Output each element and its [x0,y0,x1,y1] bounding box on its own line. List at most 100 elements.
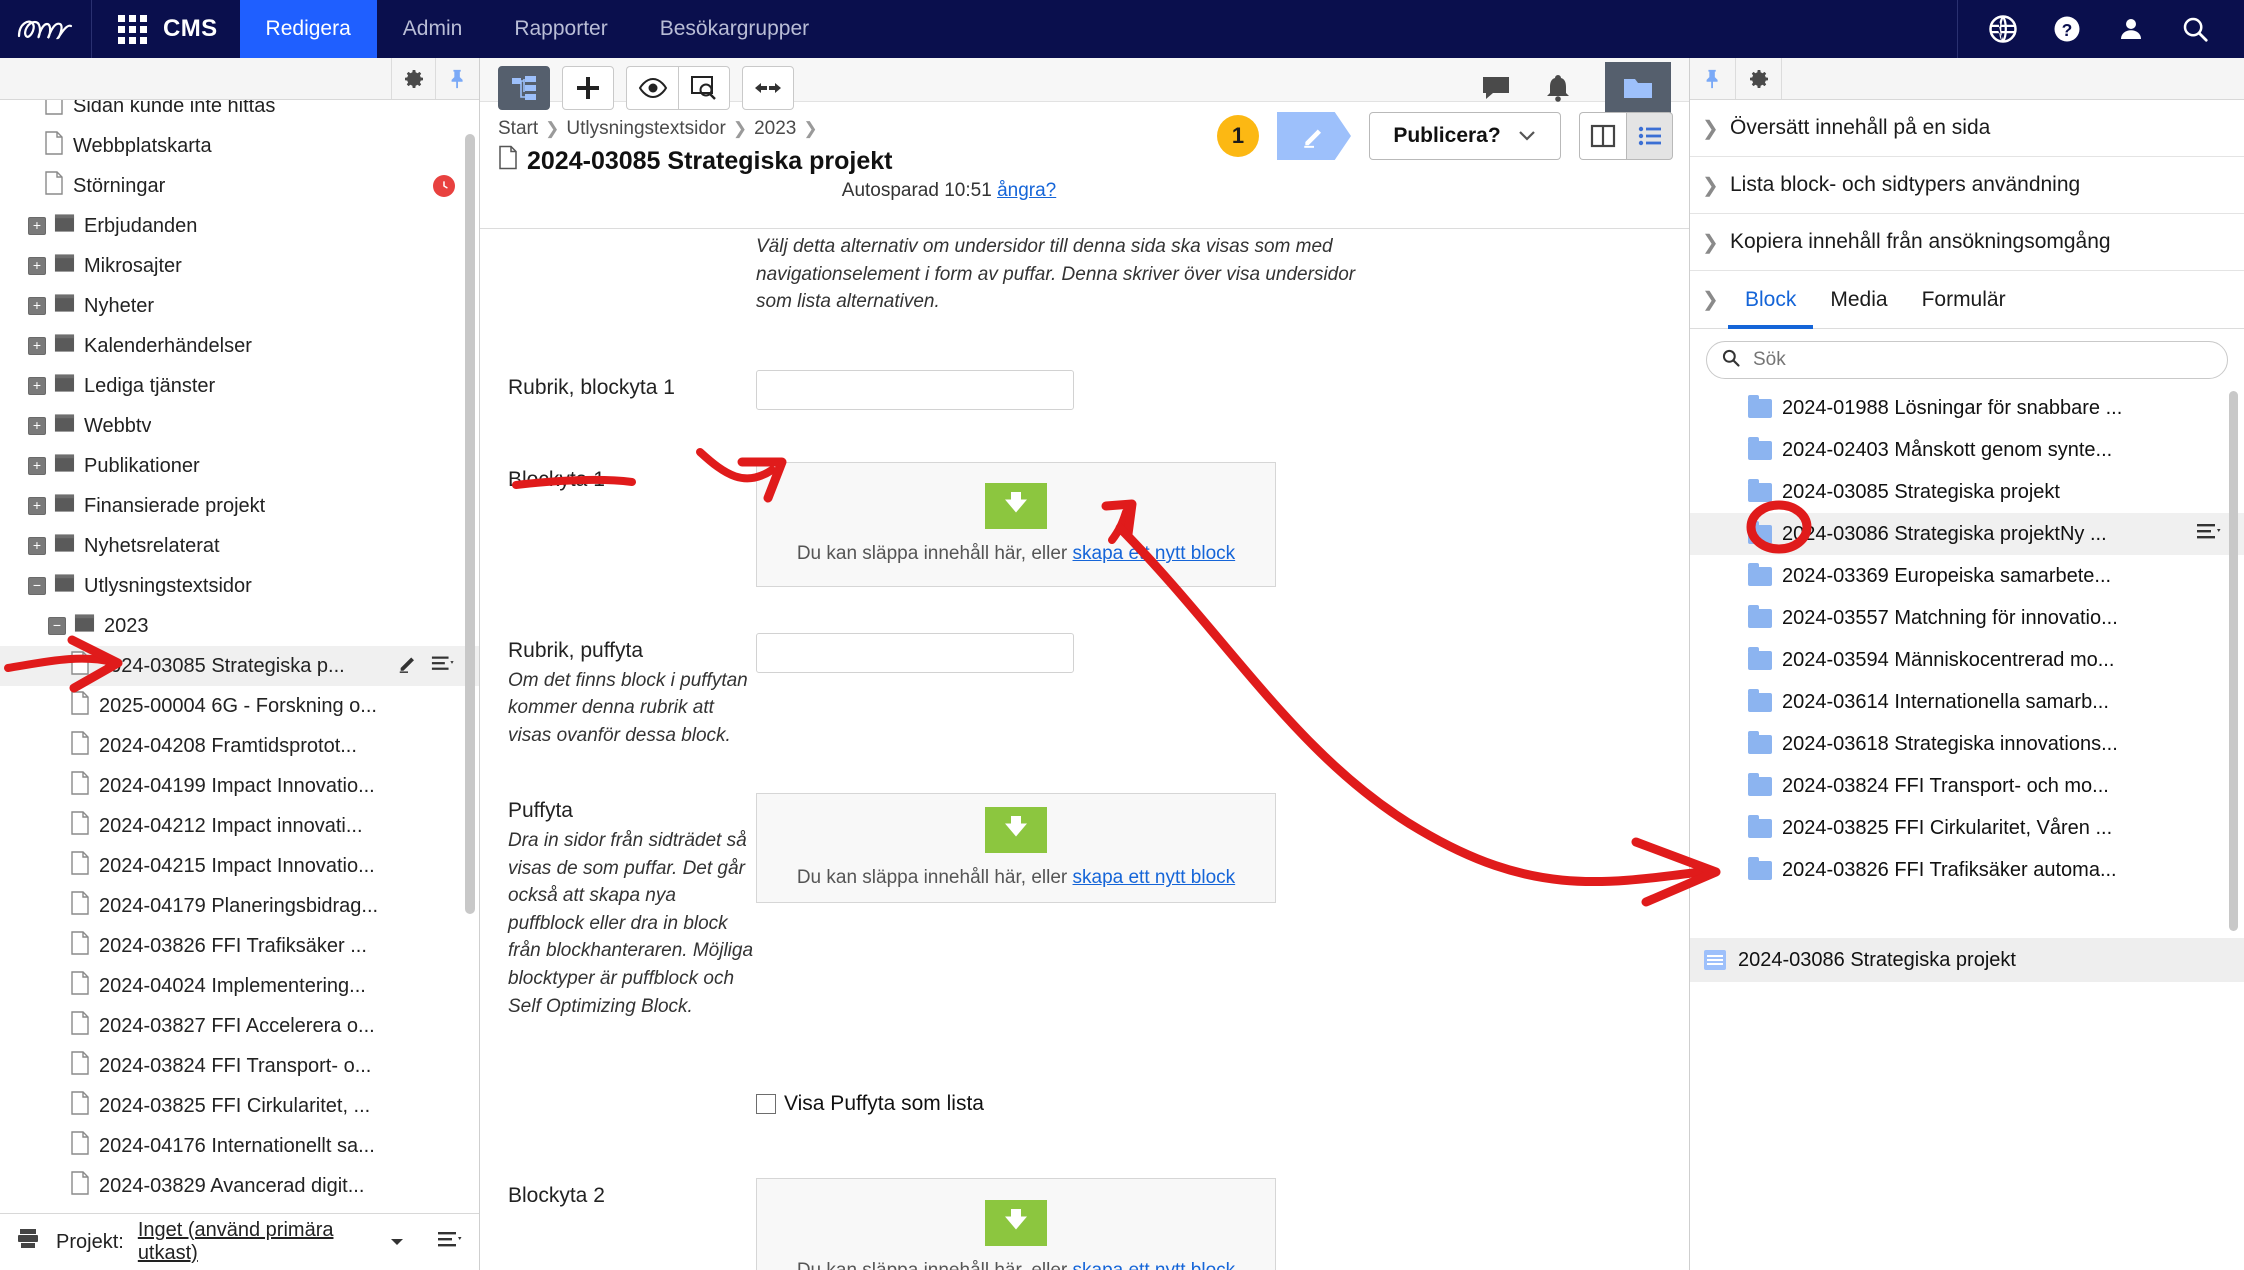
expand-toggle[interactable]: + [28,537,46,555]
block-list-item[interactable]: 2024-03618 Strategiska innovations... [1690,723,2244,765]
chevron-down-icon[interactable] [389,1231,405,1254]
list-view-button[interactable] [1626,112,1673,160]
block-list-scroll-area[interactable]: 2024-01988 Lösningar för snabbare ... 20… [1690,387,2244,987]
checkbox-box[interactable] [756,1094,776,1114]
accordion-oversatt-innehall[interactable]: ❯ Översätt innehåll på en sida [1690,100,2244,157]
search-icon[interactable] [2180,14,2210,44]
help-icon[interactable]: ? [2052,14,2082,44]
breadcrumb-item-utlysningstextsidor[interactable]: Utlysningstextsidor [566,118,725,140]
tree-row[interactable]: + Mikrosajter [0,246,479,286]
accordion-kopiera-innehall[interactable]: ❯ Kopiera innehåll från ansökningsomgång [1690,214,2244,271]
tree-row[interactable]: 2024-04179 Planeringsbidrag... [0,886,479,926]
tree-row[interactable]: 2024-04199 Impact Innovatio... [0,766,479,806]
block-list-item[interactable]: 2024-03369 Europeiska samarbete... [1690,555,2244,597]
block-list-item[interactable]: 2024-03614 Internationella samarb... [1690,681,2244,723]
settings-button[interactable] [1736,58,1782,99]
edit-status-chevron[interactable] [1277,112,1351,160]
block-list-item[interactable]: 2024-03594 Människocentrerad mo... [1690,639,2244,681]
globe-icon[interactable] [1988,14,2018,44]
rubrik-puffyta-input[interactable] [756,633,1074,673]
tree-row[interactable]: 2024-04212 Impact innovati... [0,806,479,846]
context-menu-icon[interactable] [431,652,455,680]
breadcrumb-item-2023[interactable]: 2023 [754,118,796,140]
context-menu-icon[interactable] [2196,520,2222,548]
chevron-down-icon[interactable]: ❯ [1702,287,1716,312]
accordion-lista-block-sidtyper[interactable]: ❯ Lista block- och sidtypers användning [1690,157,2244,214]
tree-row[interactable]: 2024-04208 Framtidsprotot... [0,726,479,766]
collapse-toggle[interactable]: − [28,577,46,595]
publish-button[interactable]: Publicera? [1369,112,1561,160]
create-new-block-link[interactable]: skapa ett nytt block [1073,1260,1236,1270]
comment-icon[interactable] [1481,75,1511,101]
create-new-block-link[interactable]: skapa ett nytt block [1073,543,1236,564]
expand-toggle[interactable]: + [28,377,46,395]
nav-item-admin[interactable]: Admin [377,0,489,58]
tree-row[interactable]: 2024-04024 Implementering... [0,966,479,1006]
edit-icon[interactable] [397,652,419,680]
tree-row[interactable]: 2024-04176 Internationellt sa... [0,1126,479,1166]
assets-search-box[interactable] [1706,341,2228,379]
tree-row[interactable]: 2024-03824 FFI Transport- o... [0,1046,479,1086]
tab-block[interactable]: Block [1728,271,1813,329]
app-switcher[interactable]: CMS [92,0,240,58]
panel-view-button[interactable] [1579,112,1626,160]
context-menu-icon[interactable] [437,1228,463,1256]
tree-row[interactable]: + Nyhetsrelaterat [0,526,479,566]
nav-item-redigera[interactable]: Redigera [240,0,377,58]
collapse-toggle[interactable]: − [48,617,66,635]
episerver-logo[interactable] [0,0,92,58]
tree-row[interactable]: Störningar [0,166,479,206]
tree-row[interactable]: 2024-03829 Avancerad digit... [0,1166,479,1206]
create-new-block-link[interactable]: skapa ett nytt block [1073,867,1236,888]
tree-row[interactable]: + Lediga tjänster [0,366,479,406]
expand-toggle[interactable]: + [28,497,46,515]
settings-button[interactable] [391,58,435,99]
block-list-item[interactable]: 2024-03824 FFI Transport- och mo... [1690,765,2244,807]
tree-row-utlysningstextsidor[interactable]: − Utlysningstextsidor [0,566,479,606]
tree-row[interactable]: Webbplatskarta [0,126,479,166]
project-value-link[interactable]: Inget (använd primära utkast) [138,1219,375,1265]
block-list-item[interactable]: 2024-01988 Lösningar för snabbare ... [1690,387,2244,429]
puffyta-dropzone[interactable]: Du kan släppa innehåll här, eller skapa … [756,793,1276,903]
nav-item-besokargrupper[interactable]: Besökargrupper [634,0,835,58]
expand-toggle[interactable]: + [28,337,46,355]
block-list-scrollbar[interactable] [2229,391,2238,931]
notification-bell-icon[interactable] [1545,74,1571,102]
tree-row[interactable]: + Nyheter [0,286,479,326]
tree-row-2023[interactable]: − 2023 [0,606,479,646]
block-list-item[interactable]: 2024-03557 Matchning för innovatio... [1690,597,2244,639]
chevron-down-icon[interactable] [1517,124,1537,148]
tree-row[interactable]: 2025-00004 6G - Forskning o... [0,686,479,726]
tree-row[interactable]: 2024-03825 FFI Cirkularitet, ... [0,1086,479,1126]
tab-media[interactable]: Media [1813,271,1904,329]
block-list-item[interactable]: 2024-03825 FFI Cirkularitet, Våren ... [1690,807,2244,849]
tree-row-selected-page[interactable]: 2024-03085 Strategiska p... [0,646,479,686]
block-list-item-selected[interactable]: 2024-03086 Strategiska projektNy ... [1690,513,2244,555]
expand-toggle[interactable]: + [28,257,46,275]
tree-row[interactable]: + Publikationer [0,446,479,486]
block-list-item[interactable]: 2024-03826 FFI Trafiksäker automa... [1690,849,2244,891]
expand-toggle[interactable]: + [28,217,46,235]
blockyta-2-dropzone[interactable]: Du kan släppa innehåll här, eller skapa … [756,1178,1276,1270]
page-tree-scroll-area[interactable]: Sidan kunde inte hittas Webbplatskarta S… [0,100,479,1214]
pin-panel-button[interactable] [435,58,479,99]
tree-row[interactable]: Sidan kunde inte hittas [0,100,479,126]
user-icon[interactable] [2116,14,2146,44]
block-list-item[interactable]: 2024-02403 Månskott genom synte... [1690,429,2244,471]
tree-row[interactable]: 2024-03827 FFI Accelerera o... [0,1006,479,1046]
block-list-item[interactable]: 2024-03085 Strategiska projekt [1690,471,2244,513]
tree-row[interactable]: 2024-03826 FFI Trafiksäker ... [0,926,479,966]
tree-row[interactable]: + Kalenderhändelser [0,326,479,366]
breadcrumb-item-start[interactable]: Start [498,118,538,140]
autosave-undo-link[interactable]: ångra? [997,180,1056,201]
nav-item-rapporter[interactable]: Rapporter [488,0,633,58]
page-form-scroll-area[interactable]: Visa undersidor som navigationselement V… [480,228,1690,1270]
expand-toggle[interactable]: + [28,457,46,475]
tree-row[interactable]: + Finansierade projekt [0,486,479,526]
assets-search-input[interactable] [1751,348,2213,372]
pin-panel-button[interactable] [1690,58,1736,99]
expand-toggle[interactable]: + [28,297,46,315]
tree-row[interactable]: 2024-04215 Impact Innovatio... [0,846,479,886]
visa-puffyta-som-lista-checkbox[interactable]: Visa Puffyta som lista [756,1092,1690,1116]
app-grid-icon[interactable] [118,15,147,44]
